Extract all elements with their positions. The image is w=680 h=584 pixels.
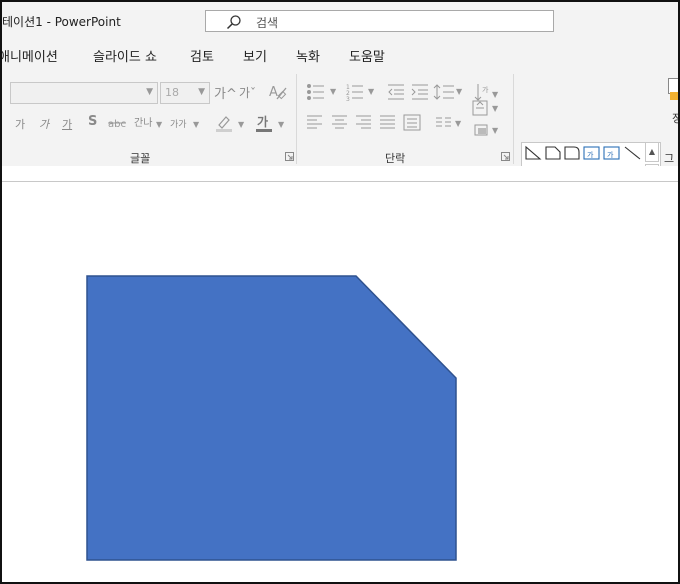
align-left-icon xyxy=(307,115,322,129)
chevron-down-icon: ▼ xyxy=(146,87,153,97)
paragraph-row-1-icons[interactable]: ▼ 1 2 3 ▼ ▼ 가 xyxy=(306,82,496,102)
snip-corner-rectangle-shape[interactable] xyxy=(86,275,457,561)
ribbon-tabs: 애니메이션 슬라이드 쇼 검토 보기 녹화 도움말 xyxy=(2,38,678,70)
font-color-button[interactable]: 가 xyxy=(257,113,268,130)
character-spacing-button[interactable]: 간나 xyxy=(134,114,152,129)
tab-help[interactable]: 도움말 xyxy=(349,46,385,65)
numbering-icon: 1 2 3 xyxy=(346,84,363,102)
svg-text:A: A xyxy=(269,85,278,100)
chevron-down-icon: ▼ xyxy=(193,120,200,129)
quick-styles-icon[interactable] xyxy=(670,92,678,100)
window-title: 테이션1 - PowerPoint xyxy=(2,15,121,29)
underline-button[interactable]: 가 xyxy=(62,116,72,132)
svg-text:가: 가 xyxy=(482,85,489,94)
svg-text:▼: ▼ xyxy=(456,87,463,96)
align-text-icon[interactable]: ▼ xyxy=(472,100,502,116)
group-divider xyxy=(296,74,297,164)
svg-text:가: 가 xyxy=(607,150,614,159)
change-case-button[interactable]: 가가 xyxy=(170,117,187,130)
columns-icon xyxy=(436,117,451,127)
highlight-color-icon[interactable] xyxy=(214,114,234,132)
svg-text:▼: ▼ xyxy=(492,126,499,135)
increase-indent-icon xyxy=(411,84,428,100)
chevron-down-icon: ▼ xyxy=(156,120,163,129)
right-triangle-icon xyxy=(525,145,542,160)
bold-button[interactable]: 가 xyxy=(15,116,25,132)
svg-text:▼: ▼ xyxy=(330,87,337,96)
italic-button[interactable]: 가 xyxy=(39,116,49,132)
grow-font-button[interactable]: 가^ xyxy=(214,83,237,102)
chevron-down-icon: ▼ xyxy=(278,120,285,129)
svg-text:abc: abc xyxy=(108,119,126,130)
decrease-indent-icon xyxy=(388,84,404,100)
clear-formatting-icon[interactable]: A xyxy=(268,82,288,102)
line-spacing-icon xyxy=(433,84,454,100)
smartart-convert-icon[interactable]: ▼ xyxy=(472,122,502,138)
title-bar: 테이션1 - PowerPoint 검색 xyxy=(2,2,678,38)
font-color-swatch xyxy=(256,129,272,132)
svg-text:▼: ▼ xyxy=(368,87,375,96)
text-shadow-button[interactable]: S xyxy=(88,114,97,129)
strikethrough-icon[interactable]: abc xyxy=(108,116,126,130)
font-group-label: 글꼴 xyxy=(130,152,151,165)
svg-text:▼: ▼ xyxy=(492,104,499,113)
tab-view[interactable]: 보기 xyxy=(243,46,267,65)
slide-editing-area[interactable] xyxy=(2,166,678,582)
round-rectangle-icon xyxy=(564,146,580,160)
text-direction-icon: 가 xyxy=(474,84,489,101)
svg-text:3: 3 xyxy=(346,96,350,102)
tab-record[interactable]: 녹화 xyxy=(296,46,320,65)
chevron-down-icon: ▼ xyxy=(238,120,245,129)
distributed-icon xyxy=(403,114,421,131)
align-right-icon xyxy=(356,115,371,129)
paragraph-group-label: 단락 xyxy=(385,152,406,165)
dialog-launcher-icon[interactable] xyxy=(501,152,510,161)
chevron-down-icon: ▼ xyxy=(198,87,205,97)
tab-slide-show[interactable]: 슬라이드 쇼 xyxy=(93,46,157,65)
snip-rectangle-icon xyxy=(545,146,561,160)
search-icon xyxy=(226,15,241,30)
shrink-font-button[interactable]: 가ˇ xyxy=(239,84,256,101)
font-name-combo[interactable]: ▼ xyxy=(10,82,158,104)
paragraph-row-2-icons[interactable]: ▼ xyxy=(306,114,466,132)
ribbon: ▼ 18 ▼ 가^ 가ˇ A 가 가 가 S abc 간나 ▼ 가가 ▼ ▼ 가 xyxy=(2,70,678,206)
justify-icon xyxy=(380,115,395,129)
font-size-combo[interactable]: 18 ▼ xyxy=(160,82,210,104)
slide-canvas xyxy=(86,275,457,561)
chevron-down-icon: ▼ xyxy=(492,90,499,99)
tab-animations[interactable]: 애니메이션 xyxy=(2,46,58,65)
svg-text:▼: ▼ xyxy=(455,119,462,128)
align-center-icon xyxy=(332,115,347,129)
line-icon xyxy=(624,146,641,160)
bullets-icon xyxy=(307,84,324,100)
svg-text:가: 가 xyxy=(587,150,594,159)
arrange-label: 정 xyxy=(672,110,678,126)
group-divider xyxy=(513,74,514,164)
font-size-value: 18 xyxy=(165,86,179,99)
gallery-scroll-up[interactable]: ▲ xyxy=(645,142,659,162)
powerpoint-window: 테이션1 - PowerPoint 검색 애니메이션 슬라이드 쇼 검토 보기 … xyxy=(0,0,680,584)
search-input[interactable]: 검색 xyxy=(205,10,554,32)
dialog-launcher-icon[interactable] xyxy=(285,152,294,161)
tab-review[interactable]: 검토 xyxy=(190,46,214,65)
search-placeholder: 검색 xyxy=(256,16,279,30)
